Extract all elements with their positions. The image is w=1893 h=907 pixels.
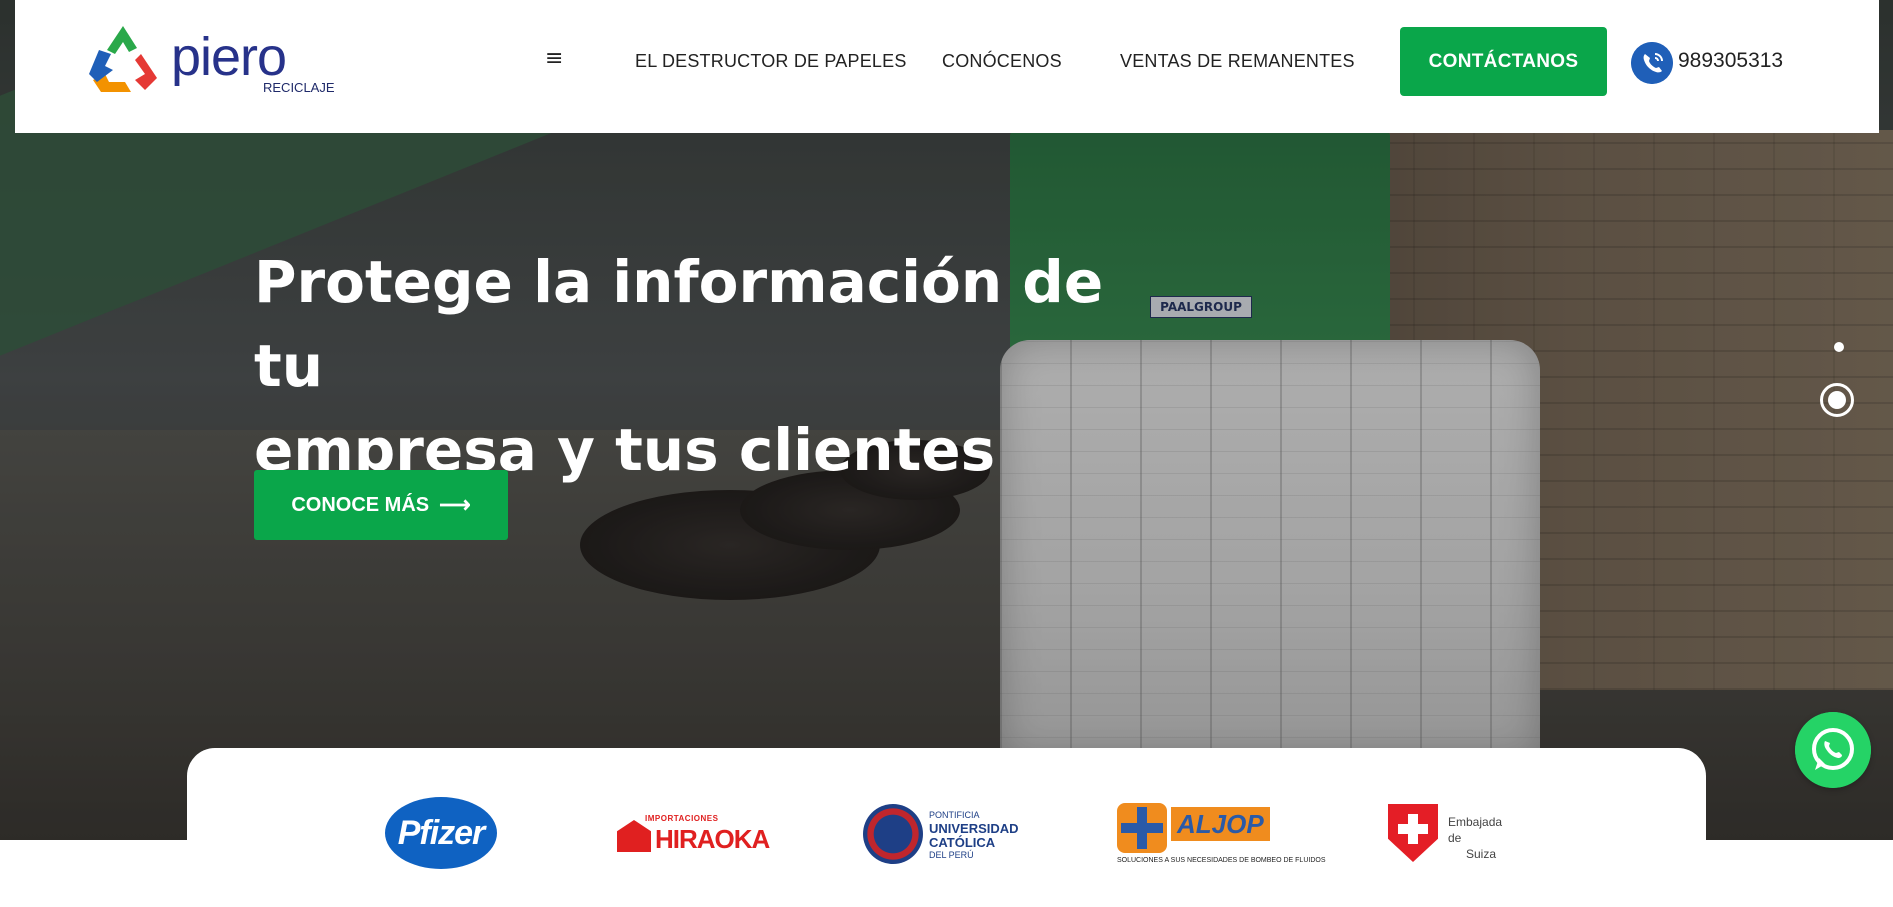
recycle-logo-icon <box>89 26 157 92</box>
logo-name: piero <box>171 27 287 87</box>
contact-button[interactable]: CONTÁCTANOS <box>1400 27 1607 96</box>
nav-destructor-de-papeles[interactable]: EL DESTRUCTOR DE PAPELES <box>635 50 907 72</box>
phone-number[interactable]: 989305313 <box>1678 49 1783 73</box>
hamburger-icon[interactable]: ≡ <box>545 48 563 70</box>
aljop-mark-icon <box>1117 803 1167 853</box>
nav-ventas-de-remanentes[interactable]: VENTAS DE REMANENTES <box>1120 50 1355 72</box>
suiza-line-2: Suiza <box>1466 847 1497 861</box>
aljop-tagline: SOLUCIONES A SUS NECESIDADES DE BOMBEO D… <box>1117 857 1326 864</box>
client-logo-hiraoka: IMPORTACIONES HIRAOKA <box>615 812 775 858</box>
aljop-name: ALJOP <box>1171 807 1270 841</box>
client-logo-embajada-suiza: Embajada de Suiza <box>1388 804 1518 864</box>
site-header: piero RECICLAJE ≡ EL DESTRUCTOR DE PAPEL… <box>15 0 1879 133</box>
hero-title: Protege la información de tu empresa y t… <box>254 240 1154 492</box>
pucp-seal-icon <box>863 804 923 864</box>
client-logo-aljop: ALJOP SOLUCIONES A SUS NECESIDADES DE BO… <box>1117 803 1326 867</box>
hiraoka-subtitle: IMPORTACIONES <box>645 814 719 823</box>
nav-conocenos[interactable]: CONÓCENOS <box>942 50 1062 72</box>
hiraoka-mark-icon <box>617 820 651 852</box>
logo-subtitle: RECICLAJE <box>263 80 335 95</box>
pucp-line-4: DEL PERÚ <box>929 850 974 860</box>
client-logo-pucp: PONTIFICIA UNIVERSIDAD CATÓLICA DEL PERÚ <box>863 804 1033 868</box>
whatsapp-icon[interactable] <box>1795 712 1871 788</box>
learn-more-label: CONOCE MÁS <box>291 494 430 516</box>
swiss-cross-horizontal <box>1398 824 1428 834</box>
slider-dot-1[interactable] <box>1834 342 1844 352</box>
hero-title-line-1: Protege la información de tu <box>254 248 1104 400</box>
pucp-line-1: PONTIFICIA <box>929 810 980 820</box>
suiza-line-1: Embajada de <box>1448 815 1503 845</box>
learn-more-button[interactable]: CONOCE MÁS ⟶ <box>254 470 508 540</box>
pucp-line-3: CATÓLICA <box>929 835 996 850</box>
suiza-text: Embajada de Suiza <box>1448 814 1518 862</box>
client-logo-pfizer: Pfizer <box>385 797 497 869</box>
slider-dot-2-active[interactable] <box>1820 383 1854 417</box>
arrow-right-icon: ⟶ <box>439 492 471 517</box>
hiraoka-name: HIRAOKA <box>655 824 770 854</box>
pucp-line-2: UNIVERSIDAD <box>929 821 1019 836</box>
site-logo[interactable]: piero RECICLAJE <box>85 24 345 100</box>
phone-icon[interactable] <box>1631 42 1673 84</box>
